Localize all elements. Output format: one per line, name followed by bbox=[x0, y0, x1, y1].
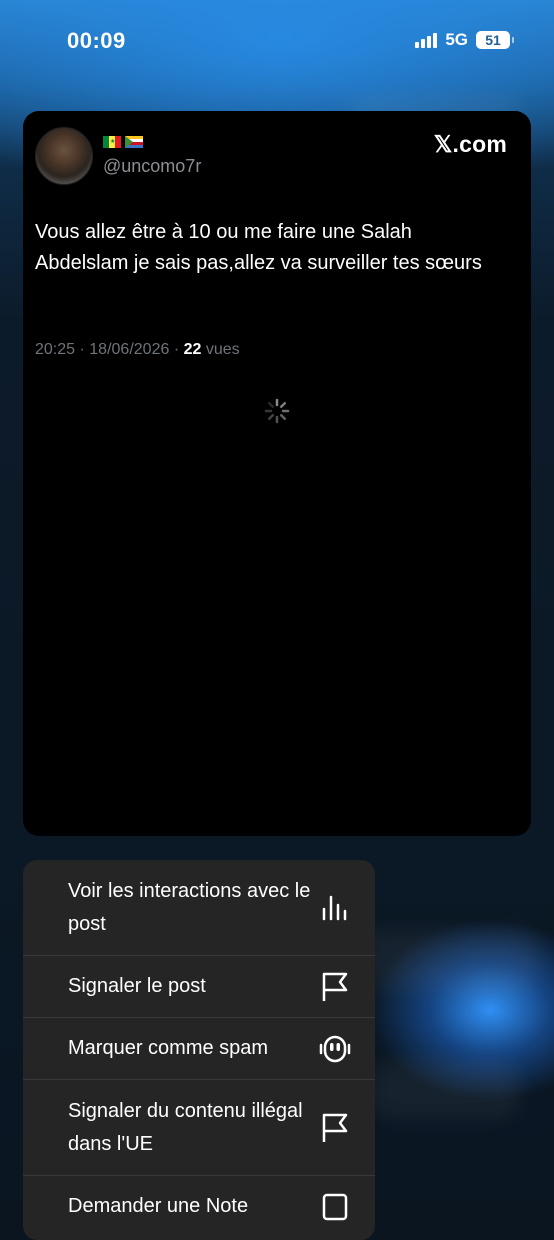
network-type: 5G bbox=[445, 30, 468, 49]
status-time: 00:09 bbox=[67, 28, 126, 53]
meta-separator: · bbox=[173, 341, 180, 358]
status-indicators: 5G 51 bbox=[415, 30, 514, 50]
menu-item-label: Signaler du contenu illégal dans l'UE bbox=[68, 1100, 303, 1155]
menu-item-report-illegal-eu[interactable]: Signaler du contenu illégal dans l'UE bbox=[23, 1080, 375, 1176]
background-blur-shape bbox=[370, 1060, 520, 1120]
menu-item-report-post[interactable]: Signaler le post bbox=[23, 956, 375, 1018]
loading-spinner-icon bbox=[264, 398, 290, 424]
author-flags: ★ bbox=[103, 136, 143, 148]
context-menu: Voir les interactions avec le post Signa… bbox=[23, 860, 375, 1240]
menu-item-label: Demander une Note bbox=[68, 1195, 249, 1217]
flag-icon bbox=[322, 1113, 348, 1142]
notes-icon bbox=[322, 1193, 348, 1221]
views-count: 22 bbox=[183, 341, 202, 358]
battery-icon: 51 bbox=[476, 31, 514, 49]
bar-chart-icon bbox=[322, 895, 347, 921]
source-label: 𝕏.com bbox=[433, 131, 507, 157]
author-handle[interactable]: @uncomo7r bbox=[103, 156, 201, 177]
flag-icon bbox=[322, 972, 348, 1001]
menu-item-mark-spam[interactable]: Marquer comme spam bbox=[23, 1018, 375, 1080]
background-blur-shape bbox=[360, 930, 540, 990]
post-time: 20:25 bbox=[35, 341, 76, 358]
menu-item-label: Voir les interactions avec le post bbox=[68, 880, 311, 935]
comoros-flag-icon bbox=[125, 136, 143, 148]
post-preview-card[interactable]: ★ @uncomo7r 𝕏.com Vous allez être à 10 o… bbox=[23, 111, 531, 836]
senegal-flag-icon: ★ bbox=[103, 136, 121, 148]
signal-icon bbox=[415, 32, 438, 48]
menu-item-request-note[interactable]: Demander une Note bbox=[23, 1176, 375, 1240]
menu-item-view-interactions[interactable]: Voir les interactions avec le post bbox=[23, 860, 375, 956]
battery-level: 51 bbox=[485, 32, 501, 48]
avatar[interactable] bbox=[35, 127, 93, 185]
post-meta: 20:25 · 18/06/2026 · 22 vues bbox=[35, 341, 240, 359]
menu-item-label: Signaler le post bbox=[68, 975, 206, 997]
post-text: Vous allez être à 10 ou me faire une Sal… bbox=[35, 221, 482, 274]
meta-separator: · bbox=[79, 341, 85, 358]
menu-item-label: Marquer comme spam bbox=[68, 1037, 269, 1059]
robot-icon bbox=[319, 1035, 351, 1063]
post-date: 18/06/2026 bbox=[89, 341, 170, 358]
views-label: vues bbox=[205, 341, 240, 358]
